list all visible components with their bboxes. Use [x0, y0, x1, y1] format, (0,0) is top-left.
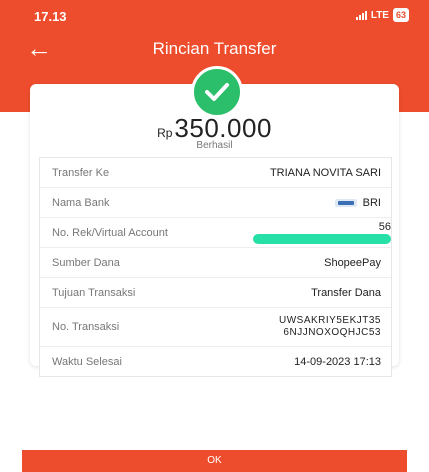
detail-row-bank: Nama Bank BRI [40, 188, 391, 218]
detail-row-recipient: Transfer Ke TRIANA NOVITA SARI [40, 158, 391, 188]
detail-label: Tujuan Transaksi [52, 286, 136, 299]
detail-row-purpose: Tujuan Transaksi Transfer Dana [40, 278, 391, 308]
status-label: Berhasil [196, 140, 233, 151]
bank-name: BRI [362, 196, 381, 209]
redaction-mark [253, 233, 391, 244]
account-number: 56 [378, 220, 391, 233]
detail-row-account: No. Rek/Virtual Account 56 [40, 218, 391, 248]
detail-label: Nama Bank [52, 196, 110, 209]
detail-value: Transfer Dana [311, 286, 381, 299]
transaction-id-line2: 6NJJNOXOQHJC53 [283, 327, 381, 338]
detail-label: No. Rek/Virtual Account [52, 226, 168, 239]
detail-row-transaction-id: No. Transaksi UWSAKRIY5EKJT35 6NJJNOXOQH… [40, 308, 391, 347]
signal-icon [355, 10, 367, 20]
detail-value: TRIANA NOVITA SARI [269, 166, 381, 179]
network-label: LTE [370, 9, 389, 21]
bank-logo-icon [334, 198, 357, 207]
status-indicators: LTE 63 [355, 8, 409, 22]
transaction-id-line1: UWSAKRIY5EKJT35 [279, 315, 381, 326]
detail-value-transaction-id: UWSAKRIY5EKJT35 6NJJNOXOQHJC53 [279, 315, 381, 339]
detail-row-source: Sumber Dana ShopeePay [40, 248, 391, 278]
success-check-icon [191, 66, 243, 118]
detail-value: ShopeePay [324, 256, 381, 269]
detail-value-account: 56 [244, 221, 391, 245]
detail-value-bank: BRI [334, 196, 381, 209]
currency-label: Rp [157, 126, 173, 140]
detail-row-completed-time: Waktu Selesai 14-09-2023 17:13 [40, 347, 391, 376]
detail-label: Sumber Dana [52, 256, 120, 269]
status-bar: 17.13 LTE 63 [0, 0, 429, 30]
ok-button[interactable]: OK [22, 450, 407, 472]
page-title: Rincian Transfer [152, 39, 277, 58]
detail-label: Waktu Selesai [52, 355, 122, 368]
transfer-details-table: Transfer Ke TRIANA NOVITA SARI Nama Bank… [39, 157, 392, 377]
amount-value: 350.000 [174, 113, 272, 143]
battery-icon: 63 [392, 8, 409, 22]
detail-value: 14-09-2023 17:13 [294, 355, 381, 368]
detail-label: Transfer Ke [52, 166, 110, 179]
status-time: 17.13 [34, 9, 67, 24]
detail-label: No. Transaksi [52, 321, 120, 333]
